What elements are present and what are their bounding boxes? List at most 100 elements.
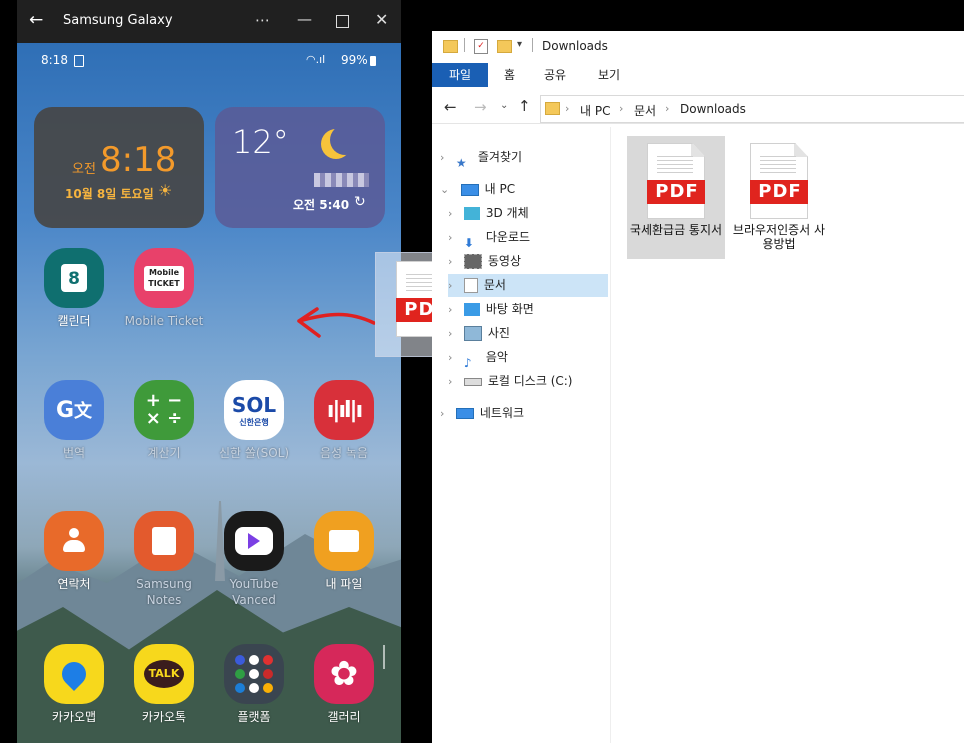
file-explorer-window: ✓ ▾ Downloads 파일 홈 공유 보기 ← → ⌄ ↑ › 내 PC … — [432, 31, 964, 743]
pdf-badge: PDF — [647, 180, 705, 204]
film-icon — [463, 254, 482, 269]
calendar-icon: 8 — [44, 248, 104, 308]
clock-widget[interactable]: 오전 8:18 10월 8일 토요일 ☀ — [34, 107, 204, 228]
moon-icon — [330, 125, 360, 155]
app-translate[interactable]: G文 번역 — [34, 380, 114, 461]
properties-icon[interactable]: ✓ — [474, 39, 488, 54]
refresh-icon[interactable]: ↻ — [354, 194, 366, 210]
chevron-right-icon: › — [565, 102, 570, 115]
app-label: 카카오톡 — [141, 710, 187, 724]
new-folder-icon[interactable] — [497, 40, 512, 53]
sun-icon: ☀ — [158, 181, 173, 200]
nav-this-pc[interactable]: ⌄ 내 PC — [440, 177, 515, 201]
nav-local-disk[interactable]: › 로컬 디스크 (C:) — [448, 369, 572, 393]
app-my-files[interactable]: 내 파일 — [304, 511, 384, 592]
nav-desktop[interactable]: › 바탕 화면 — [448, 297, 534, 321]
tab-share[interactable]: 공유 — [544, 66, 566, 83]
folder-icon — [443, 40, 458, 53]
nav-music[interactable]: › ♪ 음악 — [448, 345, 508, 370]
battery-text: 99% — [341, 53, 368, 67]
app-youtube-vanced[interactable]: YouTube Vanced — [214, 511, 294, 608]
maximize-icon[interactable] — [336, 15, 349, 28]
app-sol[interactable]: SOL 신한은행 신한 쏠(SOL) — [214, 380, 294, 461]
weather-widget[interactable]: 12° 오전 5:40 ↻ — [215, 107, 385, 228]
chevron-down-icon: ⌄ — [440, 183, 450, 196]
clock-date: 10월 8일 토요일 — [65, 187, 154, 201]
app-label: 연락처 — [57, 577, 91, 591]
window-title: Downloads — [542, 39, 608, 53]
tab-file[interactable]: 파일 — [432, 63, 488, 87]
chevron-right-icon: › — [448, 303, 453, 316]
up-arrow-icon[interactable]: ↑ — [518, 97, 531, 115]
app-calculator[interactable]: + − × ÷ 계산기 — [124, 380, 204, 461]
file-item[interactable]: PDF 국세환급금 통지서 — [627, 143, 725, 237]
nav-pictures[interactable]: › 사진 — [448, 321, 510, 345]
nav-network[interactable]: › 네트워크 — [440, 401, 524, 425]
navigation-pane: › ★ 즐겨찾기 ⌄ 내 PC › 3D 개체 › ⬇ 다운로드 › 동영상 › 문… — [432, 127, 611, 743]
app-calendar[interactable]: 8 캘린더 — [34, 248, 114, 329]
nav-label: 다운로드 — [485, 230, 531, 244]
quick-access-dropdown-icon[interactable]: ▾ — [517, 39, 522, 50]
weather-updated-time: 오전 5:40 — [293, 198, 350, 212]
document-icon — [463, 278, 478, 293]
app-gallery[interactable]: ✿ 갤러리 — [304, 644, 384, 725]
address-field[interactable]: › 내 PC › 문서 › Downloads — [540, 95, 964, 123]
address-bar-row: ← → ⌄ ↑ › 내 PC › 문서 › Downloads — [432, 93, 964, 124]
app-kakaotalk[interactable]: TALK 카카오톡 — [124, 644, 204, 725]
app-folder-icon — [224, 644, 284, 704]
chevron-right-icon: › — [448, 279, 453, 292]
tab-home[interactable]: 홈 — [504, 66, 515, 83]
drive-icon — [463, 377, 482, 386]
nav-label: 로컬 디스크 (C:) — [487, 374, 573, 388]
calculator-icon: + − × ÷ — [134, 380, 194, 440]
app-label: 플랫폼 — [237, 710, 271, 724]
nav-documents[interactable]: › 문서 — [448, 273, 506, 297]
ribbon-tabs: 파일 홈 공유 보기 — [432, 63, 964, 87]
nav-downloads[interactable]: › ⬇ 다운로드 — [448, 225, 531, 250]
app-label: 음성 녹음 — [320, 446, 368, 460]
app-label: 캘린더 — [57, 314, 91, 328]
nav-label: 3D 개체 — [485, 206, 529, 220]
phone-screen: 8:18 ◠.ıl 99% 오전 8:18 10월 8일 토요일 ☀ 12° 오… — [17, 43, 401, 743]
folder-icon — [314, 511, 374, 571]
nav-label: 바탕 화면 — [485, 302, 534, 316]
app-platform-folder[interactable]: 플랫폼 — [214, 644, 294, 725]
cube-icon — [463, 207, 480, 220]
battery-icon — [370, 56, 376, 66]
nav-quick-access[interactable]: › ★ 즐겨찾기 — [440, 145, 522, 170]
contact-person-icon — [44, 511, 104, 571]
breadcrumb-this-pc[interactable]: 내 PC — [580, 102, 610, 119]
file-item[interactable]: PDF 브라우저인증서 사용방법 — [730, 143, 828, 251]
chevron-right-icon: › — [665, 102, 670, 115]
download-arrow-icon: ⬇ — [463, 236, 474, 250]
app-voice-recorder[interactable]: ı|ıl|ı 음성 녹음 — [304, 380, 384, 461]
back-arrow-icon[interactable]: ← — [29, 10, 43, 30]
scroll-indicator — [383, 645, 385, 669]
phone-titlebar: ← Samsung Galaxy ⋯ — ✕ — [17, 0, 401, 43]
minimize-icon[interactable]: — — [297, 10, 312, 28]
folder-icon — [545, 102, 560, 115]
nav-videos[interactable]: › 동영상 — [448, 249, 521, 273]
notes-icon — [134, 511, 194, 571]
breadcrumb-downloads[interactable]: Downloads — [680, 102, 746, 116]
app-kakaomap[interactable]: 카카오맵 — [34, 644, 114, 725]
chevron-right-icon: › — [440, 407, 445, 420]
youtube-play-icon — [224, 511, 284, 571]
back-arrow-icon[interactable]: ← — [444, 98, 457, 116]
chevron-right-icon: › — [448, 255, 453, 268]
more-options-icon[interactable]: ⋯ — [255, 11, 270, 29]
nav-label: 사진 — [487, 326, 510, 340]
app-samsung-notes[interactable]: Samsung Notes — [124, 511, 204, 608]
clock-ampm: 오전 — [72, 162, 96, 177]
forward-arrow-icon[interactable]: → — [474, 98, 487, 116]
recent-locations-icon[interactable]: ⌄ — [500, 100, 508, 111]
close-icon[interactable]: ✕ — [375, 10, 388, 29]
tab-view[interactable]: 보기 — [598, 66, 620, 83]
chevron-right-icon: › — [448, 207, 453, 220]
app-label: Mobile Ticket — [124, 314, 204, 328]
app-label: 신한 쏠(SOL) — [218, 446, 290, 460]
breadcrumb-documents[interactable]: 문서 — [634, 102, 656, 119]
app-mobile-ticket[interactable]: Mobile TICKET Mobile Ticket — [124, 248, 204, 329]
nav-3d-objects[interactable]: › 3D 개체 — [448, 201, 529, 225]
app-contacts[interactable]: 연락처 — [34, 511, 114, 592]
